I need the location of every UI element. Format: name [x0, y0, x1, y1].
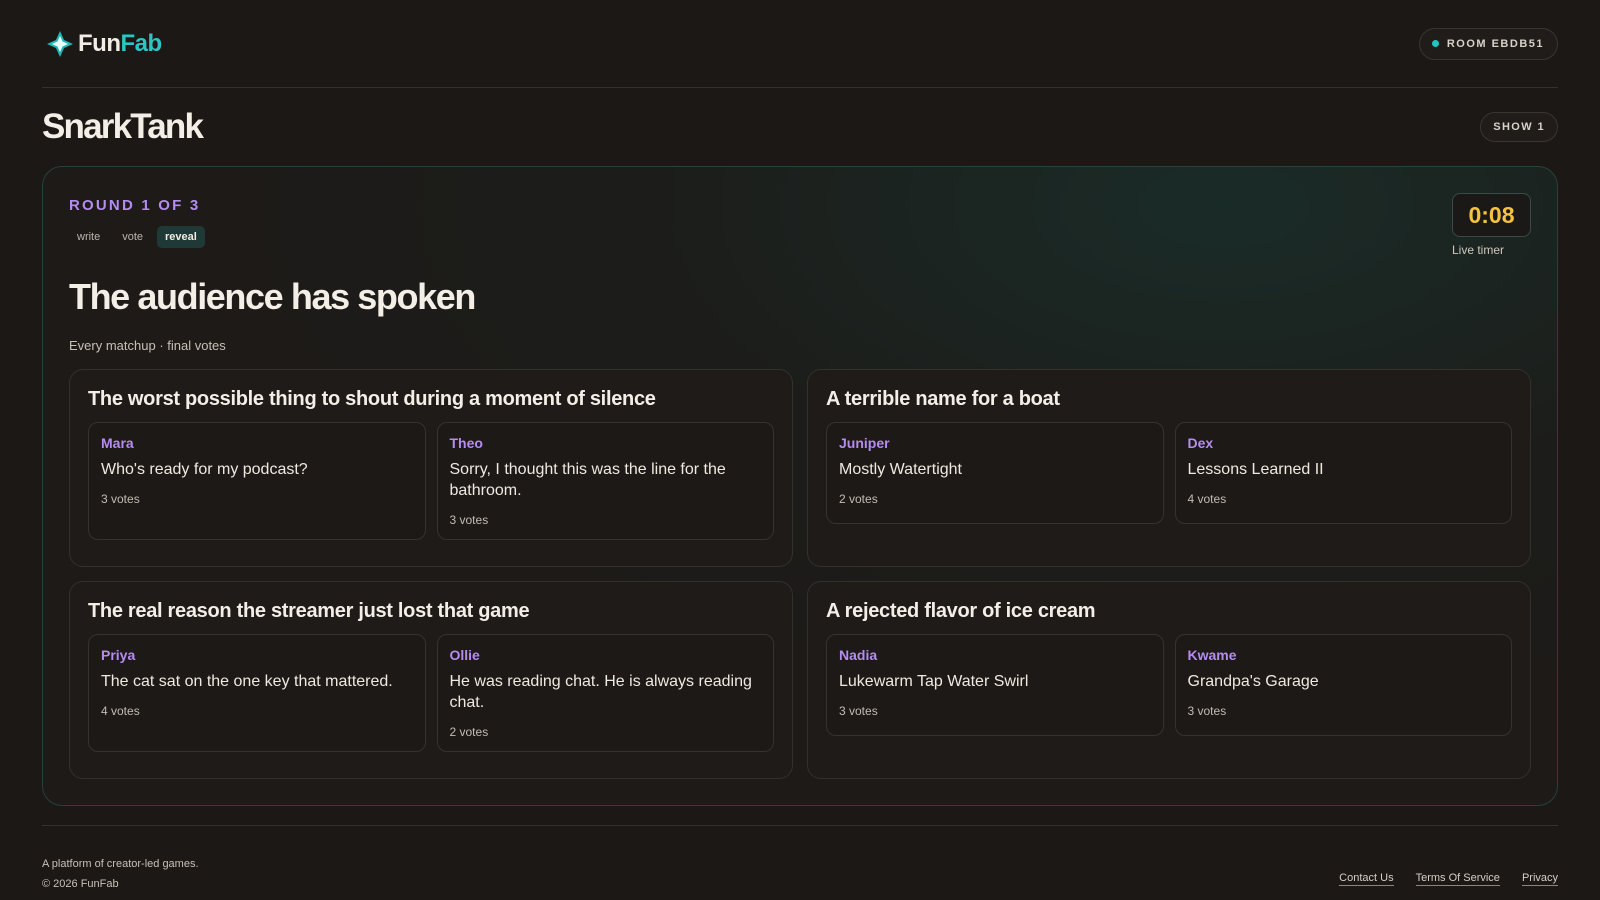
player-name: Mara: [101, 435, 134, 451]
answer-text: Lessons Learned II: [1187, 461, 1324, 478]
answer-card: Nadia Lukewarm Tap Water Swirl 3 votes: [826, 634, 1164, 736]
game-stage: ROUND 1 OF 3 write vote reveal 0:08 Live…: [42, 166, 1558, 806]
answer-text: Sorry, I thought this was the line for t…: [449, 461, 726, 499]
contact-us-link[interactable]: Contact Us: [1339, 872, 1394, 886]
answer-text: Mostly Watertight: [839, 461, 962, 478]
round-headline: The audience has spoken: [69, 276, 476, 317]
answer-card: Dex Lessons Learned II 4 votes: [1174, 422, 1512, 524]
vote-count: 4 votes: [1187, 492, 1227, 506]
phase-reveal: reveal: [157, 226, 205, 248]
answer-list: Juniper Mostly Watertight 2 votes Dex Le…: [826, 422, 1512, 524]
vote-count: 3 votes: [839, 704, 878, 718]
footer-copyright: © 2026 FunFab: [42, 878, 119, 890]
matchup-card: A terrible name for a boat Juniper Mostl…: [807, 369, 1531, 567]
answer-text: The cat sat on the one key that mattered…: [101, 673, 393, 690]
player-name: Kwame: [1187, 647, 1237, 663]
answer-text: He was reading chat. He is always readin…: [449, 673, 752, 711]
page: FunFab ROOM EBDB51 SnarkTank SHOW 1 ROUN…: [0, 0, 1600, 900]
terms-of-service-link[interactable]: Terms Of Service: [1415, 872, 1500, 886]
site-footer: A platform of creator-led games. © 2026 …: [42, 825, 1558, 894]
phase-vote: vote: [122, 231, 144, 243]
answer-card: Theo Sorry, I thought this was the line …: [436, 422, 774, 540]
vote-count: 3 votes: [1187, 704, 1227, 718]
answer-text: Who's ready for my podcast?: [101, 461, 308, 478]
player-name: Theo: [449, 435, 483, 451]
round-subline: Every matchup · final votes: [69, 338, 226, 353]
answer-card: Juniper Mostly Watertight 2 votes: [826, 422, 1164, 524]
matchup-grid: The worst possible thing to shout during…: [69, 369, 1531, 779]
logo-word-fun: Fun: [78, 29, 121, 57]
answer-card: Ollie He was reading chat. He is always …: [436, 634, 774, 752]
logo-word-fab: Fab: [120, 29, 162, 57]
footer-tagline: A platform of creator-led games.: [42, 858, 199, 870]
room-code-badge: ROOM EBDB51: [1418, 27, 1558, 60]
answer-text: Lukewarm Tap Water Swirl: [839, 673, 1029, 690]
player-name: Nadia: [839, 647, 878, 663]
answer-list: Priya The cat sat on the one key that ma…: [88, 634, 774, 752]
vote-count: 2 votes: [449, 725, 489, 739]
phase-indicator: write vote reveal: [69, 226, 1531, 248]
show-badge: SHOW 1: [1480, 112, 1558, 142]
logo-wordmark: FunFab: [78, 30, 162, 58]
answer-list: Nadia Lukewarm Tap Water Swirl 3 votes K…: [826, 634, 1512, 736]
footer-links: Contact Us Terms Of Service Privacy: [1339, 872, 1558, 894]
top-bar: FunFab ROOM EBDB51: [42, 0, 1558, 88]
privacy-link[interactable]: Privacy: [1521, 872, 1558, 886]
footer-info: A platform of creator-led games. © 2026 …: [42, 854, 199, 894]
sparkle-logo-icon: [47, 30, 73, 57]
room-code-label: ROOM EBDB51: [1446, 37, 1544, 50]
answer-list: Mara Who's ready for my podcast? 3 votes…: [88, 422, 774, 540]
matchup-card: The real reason the streamer just lost t…: [69, 581, 793, 779]
vote-count: 4 votes: [101, 704, 140, 718]
answer-text: Grandpa's Garage: [1187, 673, 1319, 690]
player-name: Ollie: [449, 647, 480, 663]
round-label: ROUND 1 OF 3: [69, 197, 201, 214]
answer-card: Priya The cat sat on the one key that ma…: [88, 634, 426, 752]
vote-count: 3 votes: [449, 513, 489, 527]
game-title-row: SnarkTank SHOW 1: [42, 88, 1558, 166]
timer-caption: Live timer: [1452, 243, 1505, 257]
answer-card: Mara Who's ready for my podcast? 3 votes: [88, 422, 426, 540]
vote-count: 3 votes: [101, 492, 140, 506]
matchup-prompt: The worst possible thing to shout during…: [88, 388, 656, 410]
answer-card: Kwame Grandpa's Garage 3 votes: [1174, 634, 1512, 736]
matchup-card: The worst possible thing to shout during…: [69, 369, 793, 567]
timer-panel: 0:08 Live timer: [1452, 193, 1531, 257]
matchup-prompt: A terrible name for a boat: [826, 388, 1060, 410]
status-dot-icon: [1431, 40, 1439, 47]
matchup-prompt: The real reason the streamer just lost t…: [88, 600, 530, 622]
matchup-card: A rejected flavor of ice cream Nadia Luk…: [807, 581, 1531, 779]
game-title: SnarkTank: [42, 107, 204, 146]
player-name: Dex: [1187, 435, 1214, 451]
funfab-logo[interactable]: FunFab: [46, 30, 162, 58]
matchup-prompt: A rejected flavor of ice cream: [826, 600, 1096, 622]
vote-count: 2 votes: [839, 492, 878, 506]
phase-write: write: [77, 231, 101, 243]
live-timer: 0:08: [1452, 193, 1531, 237]
player-name: Juniper: [839, 435, 890, 451]
player-name: Priya: [101, 647, 136, 663]
